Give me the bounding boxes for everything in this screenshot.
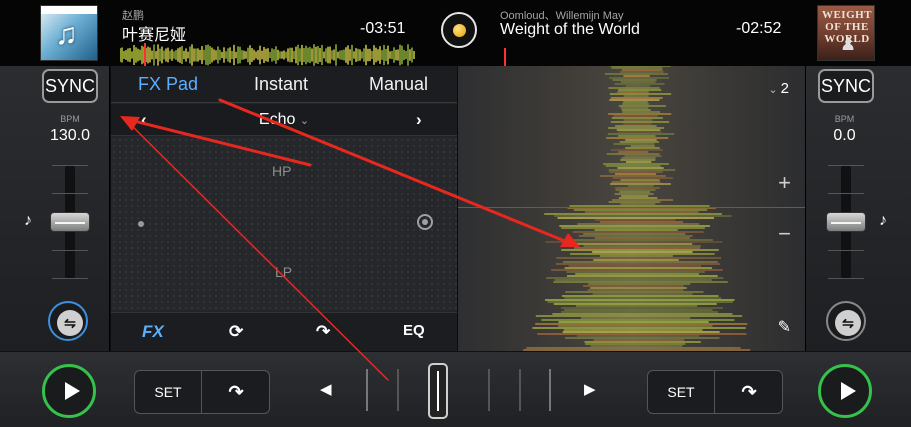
deck-a-remaining-time: -03:51	[360, 20, 406, 37]
deck-a-cue-group: SET ↷	[134, 370, 270, 414]
fx-mode-button[interactable]: FX	[142, 322, 164, 342]
deck-b-cover-art[interactable]: WEIGHT OF THE WORLD ♟	[817, 5, 875, 61]
deck-a-mini-waveform[interactable]	[120, 44, 415, 66]
fader-tick	[828, 250, 864, 251]
fx-xy-pad[interactable]: HP LP	[111, 137, 457, 311]
pad-hp-label: HP	[272, 163, 292, 179]
deck-b-set-cue-button[interactable]: SET	[648, 371, 715, 413]
deck-a-sync-button[interactable]: SYNC	[42, 69, 98, 103]
fader-tick	[52, 193, 88, 194]
nudge-scale-line	[549, 369, 551, 411]
tab-manual[interactable]: Manual	[369, 74, 428, 95]
fader-tick	[52, 278, 88, 279]
waveform-graphic	[523, 66, 751, 351]
fader-tick	[52, 165, 88, 166]
vertical-waveform-view[interactable]: ⌄ 2 + − ✎	[458, 66, 805, 351]
deck-b-controls: SYNC BPM 0.0 ♪ ⇋	[805, 66, 911, 351]
jump-icon[interactable]: ↷	[316, 322, 330, 342]
deck-b-bpm-label: BPM	[834, 114, 855, 124]
deck-b-play-button[interactable]	[818, 364, 872, 418]
deck-b-progress-marker	[504, 48, 506, 66]
deck-a-progress-marker	[144, 43, 146, 66]
deck-a-bpm-label: BPM	[60, 114, 80, 124]
play-icon	[65, 382, 80, 400]
fader-tick	[52, 250, 88, 251]
pitch-bend-handle[interactable]	[428, 363, 448, 419]
chevron-down-icon: ⌄	[299, 115, 310, 127]
nudge-scale-line	[397, 369, 399, 411]
play-icon	[841, 382, 856, 400]
deck-b-jump-icon[interactable]: ↷	[716, 371, 782, 413]
deck-b-bpm-value: 0.0	[833, 127, 856, 144]
top-bar: ♫ 赵鹏 叶赛尼娅 -03:51 Oomloud、Willemijn May W…	[0, 0, 911, 66]
zoom-level-value: 2	[780, 80, 789, 97]
figure-icon: ♟	[840, 34, 857, 54]
deck-a-key-lock-button[interactable]: ⇋	[48, 301, 88, 341]
fx-panel: FX Pad Instant Manual ‹ Echo ⌄ › HP LP F…	[111, 66, 457, 351]
deck-b-key-lock-button[interactable]: ⇋	[826, 301, 866, 341]
key-lock-icon: ⇋	[57, 310, 83, 336]
eq-button[interactable]: EQ	[403, 322, 425, 339]
cover-strip	[41, 6, 97, 14]
zoom-out-button[interactable]: −	[778, 221, 791, 247]
deck-a-set-cue-button[interactable]: SET	[135, 371, 202, 413]
nudge-scale-line	[366, 369, 368, 411]
fx-bottom-bar: FX ⟳ ↷ EQ	[111, 312, 457, 351]
effect-dropdown[interactable]: Echo ⌄	[111, 111, 457, 129]
deck-a-controls: SYNC BPM 130.0 ♪ ⇋	[0, 66, 110, 351]
nudge-left-icon[interactable]: ◀	[320, 380, 332, 398]
chevron-down-icon: ⌄	[768, 84, 781, 96]
deck-a-play-button[interactable]	[42, 364, 96, 418]
effect-selector: ‹ Echo ⌄ ›	[111, 104, 457, 136]
tab-instant[interactable]: Instant	[254, 74, 308, 95]
next-effect-icon[interactable]: ›	[416, 110, 422, 130]
deck-a-pitch-fader[interactable]	[50, 212, 90, 232]
transport-bar: SET ↷ ◀ ▶ SET ↷	[0, 351, 911, 427]
deck-b-pitch-fader[interactable]	[826, 212, 866, 232]
zoom-in-button[interactable]: +	[778, 170, 791, 196]
loop-icon[interactable]: ⟳	[229, 322, 243, 342]
pad-lp-label: LP	[275, 264, 293, 280]
gold-dot-icon	[453, 24, 466, 37]
deck-a-cover-art[interactable]: ♫	[40, 5, 98, 61]
tab-fx-pad[interactable]: FX Pad	[138, 74, 198, 95]
fader-tick	[828, 193, 864, 194]
nudge-right-icon[interactable]: ▶	[584, 380, 596, 398]
nudge-scale-line	[488, 369, 490, 411]
deck-a-title: 叶赛尼娅	[122, 27, 187, 44]
pad-target-icon[interactable]	[417, 214, 433, 230]
deck-a-bpm-value: 130.0	[49, 127, 91, 144]
crossfader-toggle-button[interactable]	[441, 12, 477, 48]
fader-tick	[828, 278, 864, 279]
deck-b-remaining-time: -02:52	[736, 20, 782, 37]
fader-tick	[828, 165, 864, 166]
effect-name: Echo	[258, 111, 296, 128]
key-lock-icon: ⇋	[835, 310, 861, 336]
deck-b-sync-button[interactable]: SYNC	[818, 69, 874, 103]
nudge-scale-line	[519, 369, 521, 411]
fx-tab-bar: FX Pad Instant Manual	[111, 66, 457, 103]
music-note-icon: ♫	[55, 18, 78, 51]
deck-a-jump-icon[interactable]: ↷	[203, 371, 269, 413]
zoom-level[interactable]: ⌄ 2	[768, 80, 789, 97]
playhead-line	[458, 207, 805, 208]
pad-position-dot	[138, 221, 144, 227]
pencil-icon[interactable]: ✎	[778, 317, 791, 337]
deck-b-cue-group: SET ↷	[647, 370, 783, 414]
pitch-note-icon: ♪	[24, 212, 32, 229]
deck-b-title: Weight of the World	[500, 21, 640, 38]
pitch-note-icon: ♪	[879, 212, 887, 229]
